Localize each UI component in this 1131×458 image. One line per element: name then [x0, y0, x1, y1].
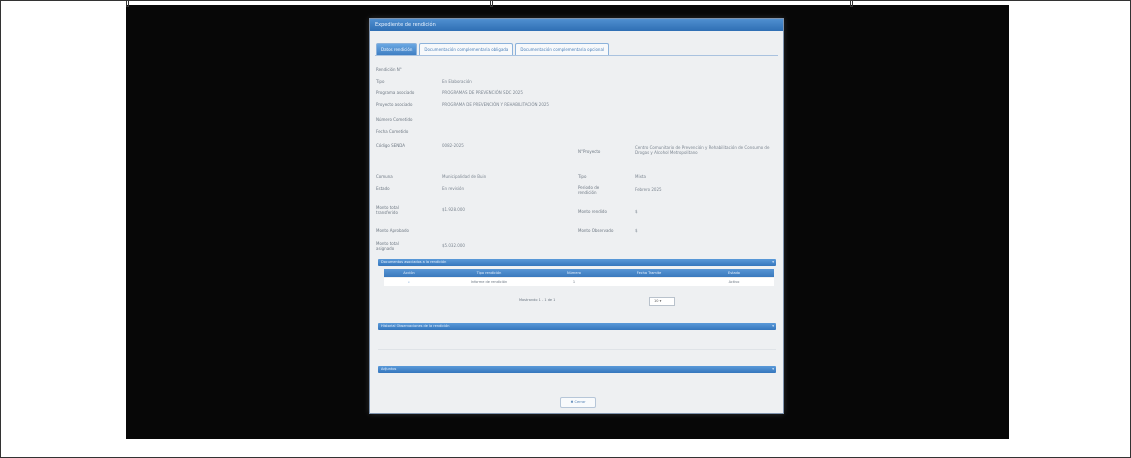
- col-accion: Acción: [403, 271, 415, 275]
- divider: [378, 349, 776, 350]
- label-programa: Programa asociado: [376, 90, 415, 95]
- label-periodo: Periodo de rendición: [578, 185, 600, 195]
- label-monto-aprobado: Monto Aprobado: [376, 228, 409, 233]
- col-fecha: Fecha Tramite: [636, 271, 662, 275]
- table-row[interactable]: ⌕ Informe de rendición 1 Activo: [384, 278, 774, 286]
- label-fecha-cometido: Fecha Cometido: [376, 129, 409, 134]
- collapse-icon[interactable]: ▾: [772, 366, 774, 373]
- tab-datos-rendicion[interactable]: Datos rendición: [376, 43, 418, 55]
- collapse-icon[interactable]: ▾: [772, 323, 774, 330]
- value-proyecto: PROGRAMA DE PREVENCIÓN Y REHABILITACIÓN …: [442, 102, 549, 107]
- label-proyecto-nombre: N°Proyecto: [578, 149, 601, 154]
- value-periodo: Febrero 2025: [635, 187, 662, 192]
- label-codigo: Código SENDA: [376, 143, 405, 148]
- frame-divider: [126, 0, 129, 7]
- section-adjuntos[interactable]: Adjuntos ▾: [378, 366, 776, 373]
- value-tipo: En Elaboración: [442, 79, 472, 84]
- tab-doc-obligada[interactable]: Documentación complementaria obligada: [419, 43, 514, 55]
- value-monto-observado: $: [635, 228, 638, 233]
- col-tipo: Tipo rendición: [476, 271, 502, 275]
- tab-underline: [375, 55, 778, 56]
- chevron-down-icon: ▾: [659, 299, 662, 303]
- label-tipo: Tipo: [376, 79, 385, 84]
- tab-doc-opcional[interactable]: Documentación complementaria opcional: [515, 43, 610, 55]
- section-observaciones-title: Historial Observaciones de la rendición: [381, 324, 450, 328]
- value-tipo-2: Mixta: [635, 174, 646, 179]
- dialog-title-bar: Expediente de rendición: [370, 19, 783, 31]
- value-proyecto-nombre: Centro Comunitario de Prevención y Rehab…: [635, 145, 770, 155]
- label-monto-observado: Monto Observado: [578, 228, 614, 233]
- close-icon: ✖: [570, 400, 574, 404]
- close-button[interactable]: ✖ Cerrar: [560, 397, 596, 408]
- close-label: Cerrar: [574, 400, 586, 404]
- label-monto-total: Monto total transferido: [376, 205, 399, 215]
- table-header: Acción Tipo rendición Número Fecha Trami…: [384, 269, 774, 277]
- value-codigo: 0082-2025: [442, 143, 464, 148]
- tab-bar: Datos rendición Documentación complement…: [376, 43, 610, 55]
- col-numero: Número: [567, 271, 581, 275]
- cell-tipo: Informe de rendición: [470, 280, 508, 284]
- label-comuna: Comuna: [376, 174, 393, 179]
- section-adjuntos-title: Adjuntos: [381, 367, 397, 371]
- section-documentos-title: Documentos asociados a la rendición: [381, 260, 447, 264]
- cell-estado: Activo: [728, 280, 740, 284]
- cell-numero: 1: [572, 280, 576, 284]
- label-numero-cometido: Número Cometido: [376, 117, 413, 122]
- col-estado: Estado: [728, 271, 740, 275]
- page-size-select[interactable]: 10 ▾: [649, 297, 675, 306]
- frame-divider: [850, 0, 853, 7]
- frame-divider: [490, 0, 493, 7]
- section-documentos[interactable]: Documentos asociados a la rendición ▾: [378, 259, 776, 266]
- label-tipo-2: Tipo: [578, 174, 587, 179]
- collapse-icon[interactable]: ▾: [772, 259, 774, 266]
- value-monto-total: $1.928.000: [442, 207, 465, 212]
- value-monto-asignado: $5.032.000: [442, 243, 465, 248]
- page-size-value: 10: [654, 299, 659, 303]
- section-observaciones[interactable]: Historial Observaciones de la rendición …: [378, 323, 776, 330]
- value-programa: PROGRAMAS DE PREVENCIÓN SDC 2025: [442, 90, 523, 95]
- label-rendicion-no: Rendición N°: [376, 67, 402, 72]
- expediente-dialog: Expediente de rendición Datos rendición …: [369, 18, 784, 414]
- value-monto-rendido: $: [635, 209, 638, 214]
- label-monto-rendido: Monto rendido: [578, 209, 607, 214]
- label-proyecto: Proyecto asociado: [376, 102, 413, 107]
- label-monto-asignado: Monto total asignado: [376, 241, 399, 251]
- value-comuna: Municipalidad de Buin: [442, 174, 487, 179]
- label-estado: Estado: [376, 186, 390, 191]
- value-estado: En revisión: [442, 186, 465, 191]
- dialog-title: Expediente de rendición: [375, 22, 436, 28]
- search-icon[interactable]: ⌕: [384, 278, 434, 286]
